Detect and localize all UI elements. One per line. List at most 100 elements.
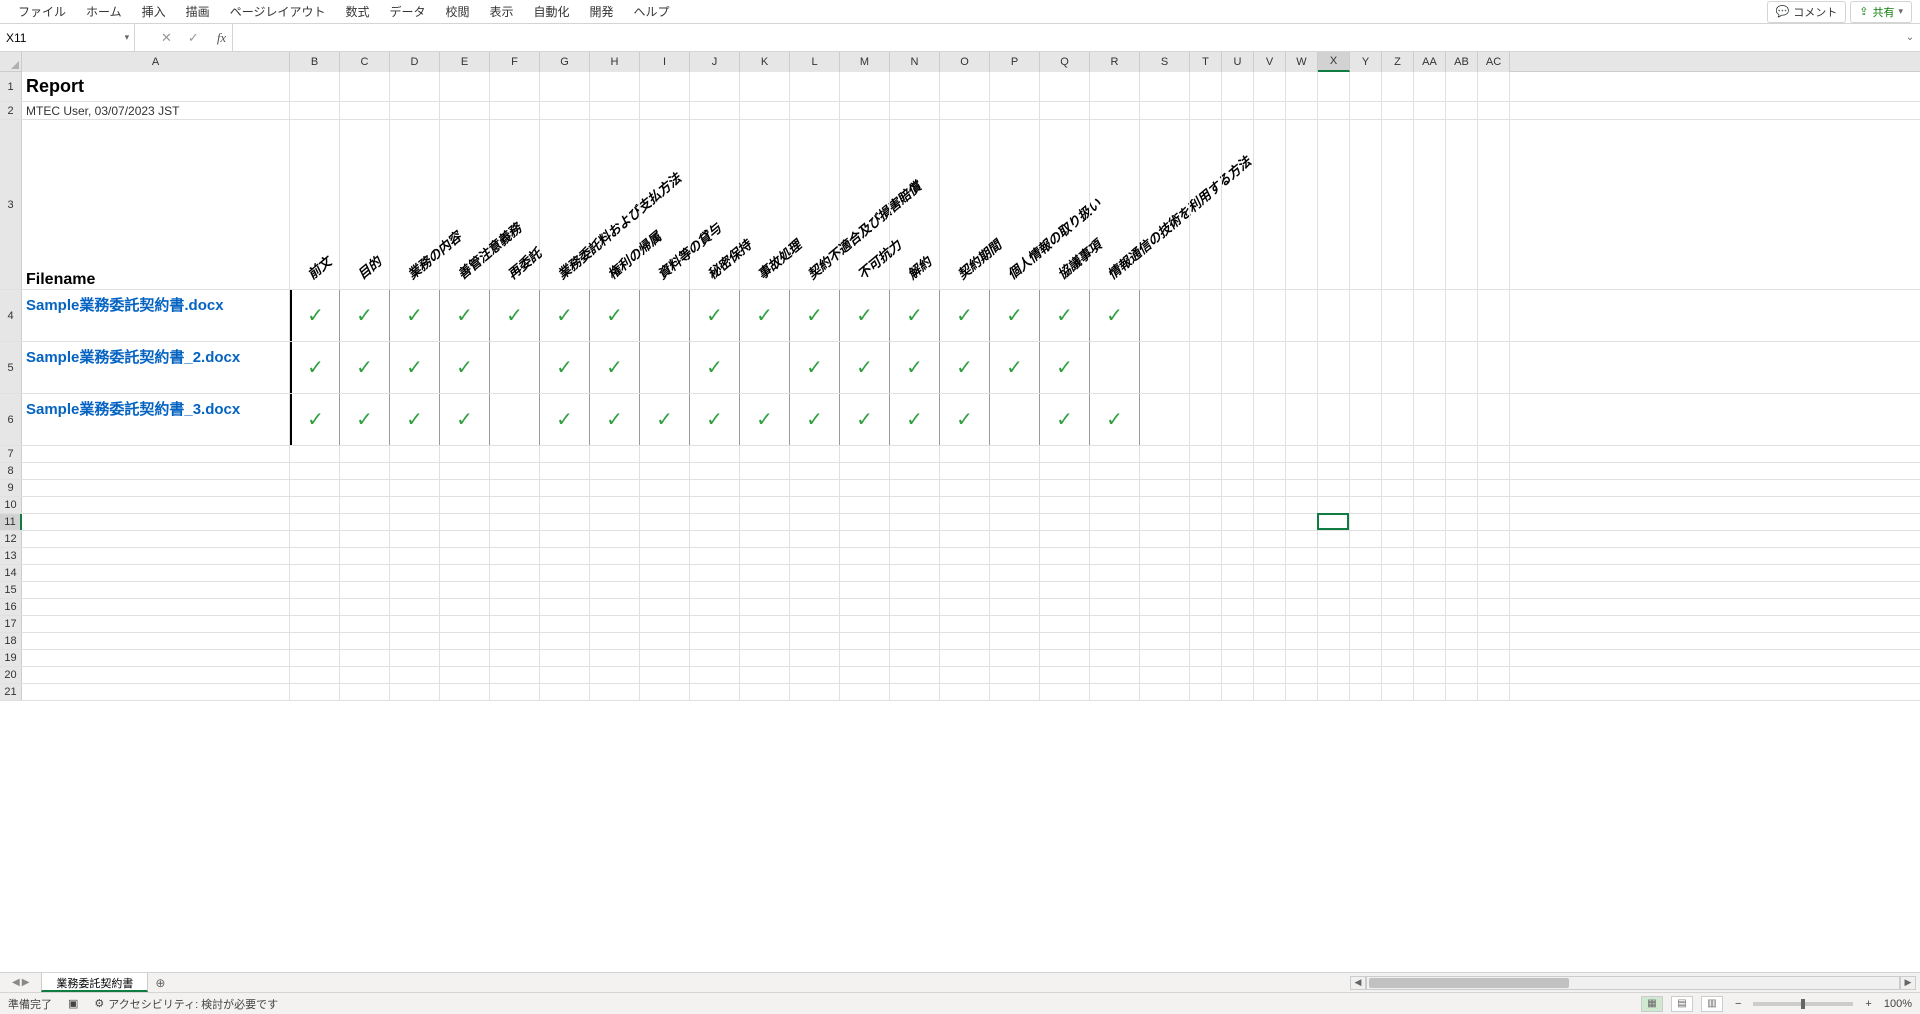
cell-I21[interactable] [640,684,690,700]
cell-J3[interactable]: 秘密保持 [690,120,740,289]
cell-Q12[interactable] [1040,531,1090,547]
cell-E4[interactable]: ✓ [440,290,490,341]
cell-B4[interactable]: ✓ [290,290,340,341]
cell-T1[interactable] [1190,72,1222,101]
scroll-right-icon[interactable]: ▶ [1900,976,1916,990]
cell-Z18[interactable] [1382,633,1414,649]
cell-P4[interactable]: ✓ [990,290,1040,341]
cell-H16[interactable] [590,599,640,615]
cell-U11[interactable] [1222,514,1254,530]
cell-Y5[interactable] [1350,342,1382,393]
cell-G13[interactable] [540,548,590,564]
cell-K10[interactable] [740,497,790,513]
row-header-16[interactable]: 16 [0,599,22,615]
col-header-Z[interactable]: Z [1382,52,1414,72]
cell-AC14[interactable] [1478,565,1510,581]
col-header-G[interactable]: G [540,52,590,72]
cell-F11[interactable] [490,514,540,530]
cell-X14[interactable] [1318,565,1350,581]
cell-U6[interactable] [1222,394,1254,445]
page-break-view-button[interactable]: ▥ [1701,996,1723,1012]
cell-Q7[interactable] [1040,446,1090,462]
cell-H1[interactable] [590,72,640,101]
cell-B6[interactable]: ✓ [290,394,340,445]
cell-C16[interactable] [340,599,390,615]
cell-S9[interactable] [1140,480,1190,496]
cell-T11[interactable] [1190,514,1222,530]
cell-R16[interactable] [1090,599,1140,615]
expand-formula-icon[interactable]: ⌄ [1900,32,1920,43]
cell-X3[interactable] [1318,120,1350,289]
cell-F13[interactable] [490,548,540,564]
cell-J9[interactable] [690,480,740,496]
cell-AC6[interactable] [1478,394,1510,445]
row-header-8[interactable]: 8 [0,463,22,479]
cell-U21[interactable] [1222,684,1254,700]
row-header-13[interactable]: 13 [0,548,22,564]
cell-B12[interactable] [290,531,340,547]
cell-AA19[interactable] [1414,650,1446,666]
cell-M10[interactable] [840,497,890,513]
cell-Q21[interactable] [1040,684,1090,700]
cell-AB16[interactable] [1446,599,1478,615]
cell-B18[interactable] [290,633,340,649]
cell-U3[interactable] [1222,120,1254,289]
cell-Z19[interactable] [1382,650,1414,666]
cell-L4[interactable]: ✓ [790,290,840,341]
cell-V21[interactable] [1254,684,1286,700]
cell-U10[interactable] [1222,497,1254,513]
select-all-cell[interactable] [0,52,22,72]
cell-Z17[interactable] [1382,616,1414,632]
cell-V19[interactable] [1254,650,1286,666]
file-link-0[interactable]: Sample業務委託契約書.docx [26,294,224,315]
cell-T8[interactable] [1190,463,1222,479]
page-layout-view-button[interactable]: ▤ [1671,996,1693,1012]
cell-Y18[interactable] [1350,633,1382,649]
cell-AA6[interactable] [1414,394,1446,445]
cell-N6[interactable]: ✓ [890,394,940,445]
cell-AA4[interactable] [1414,290,1446,341]
cell-A14[interactable] [22,565,290,581]
cell-I7[interactable] [640,446,690,462]
cell-N21[interactable] [890,684,940,700]
cell-W20[interactable] [1286,667,1318,683]
row-header-11[interactable]: 11 [0,514,22,530]
cell-Q19[interactable] [1040,650,1090,666]
cell-AB3[interactable] [1446,120,1478,289]
cell-I14[interactable] [640,565,690,581]
cell-U13[interactable] [1222,548,1254,564]
cell-W5[interactable] [1286,342,1318,393]
cell-V15[interactable] [1254,582,1286,598]
cell-Q10[interactable] [1040,497,1090,513]
cell-M19[interactable] [840,650,890,666]
cell-U17[interactable] [1222,616,1254,632]
cell-Y12[interactable] [1350,531,1382,547]
sheet-tab-active[interactable]: 業務委託契約書 [41,973,148,992]
cell-E1[interactable] [440,72,490,101]
cell-O4[interactable]: ✓ [940,290,990,341]
cell-B19[interactable] [290,650,340,666]
cell-L8[interactable] [790,463,840,479]
cell-C3[interactable]: 目的 [340,120,390,289]
cell-E2[interactable] [440,102,490,119]
cell-O21[interactable] [940,684,990,700]
cell-AA16[interactable] [1414,599,1446,615]
cell-O20[interactable] [940,667,990,683]
cell-D17[interactable] [390,616,440,632]
cell-G17[interactable] [540,616,590,632]
accessibility-status[interactable]: ⚙ アクセシビリティ: 検討が必要です [94,996,278,1012]
cell-X13[interactable] [1318,548,1350,564]
cell-V12[interactable] [1254,531,1286,547]
cell-N14[interactable] [890,565,940,581]
cell-B10[interactable] [290,497,340,513]
ribbon-tab-8[interactable]: 表示 [480,0,524,24]
cell-X19[interactable] [1318,650,1350,666]
cell-AA7[interactable] [1414,446,1446,462]
cell-AB21[interactable] [1446,684,1478,700]
cell-A5[interactable]: Sample業務委託契約書_2.docx [22,342,290,393]
col-header-AC[interactable]: AC [1478,52,1510,72]
cell-D12[interactable] [390,531,440,547]
cell-AC7[interactable] [1478,446,1510,462]
name-box[interactable] [0,24,120,51]
cell-N16[interactable] [890,599,940,615]
